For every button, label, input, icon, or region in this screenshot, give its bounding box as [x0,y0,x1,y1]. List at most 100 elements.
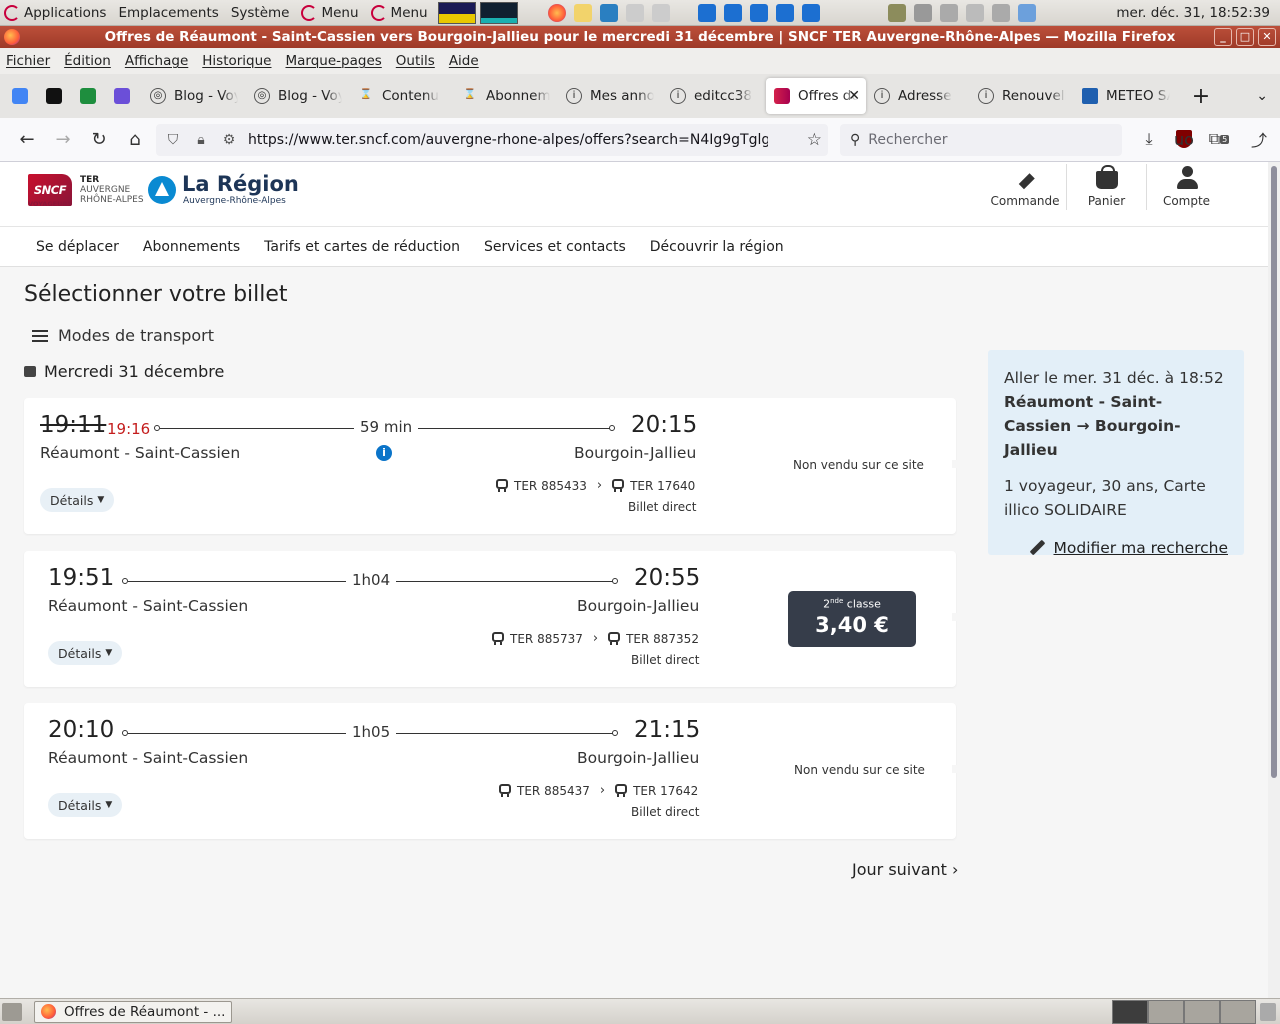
speaker-icon[interactable] [991,3,1010,22]
workspace-icon-1[interactable] [697,3,716,22]
extensions-icon[interactable]: ⧉ 5 [1206,126,1232,152]
menu-2[interactable]: Menu [367,0,436,26]
workspace-icon-4[interactable] [775,3,794,22]
menu-fichier[interactable]: Fichier [6,53,50,69]
search-bar[interactable]: ⚲ Rechercher [840,124,1122,156]
pinned-tab-m[interactable] [40,82,68,110]
menu-outils[interactable]: Outils [396,53,435,69]
close-tab-icon[interactable]: ✕ [848,88,860,104]
info-icon[interactable]: i [376,445,392,461]
screen-icon[interactable] [887,3,906,22]
price-button-2nd-class[interactable]: 2nde classe 3,40 € [788,591,916,647]
workspace-3[interactable] [1184,999,1220,1024]
modify-search-link[interactable]: Modifier ma recherche [1004,536,1229,560]
new-tab-button[interactable]: + [1186,84,1216,109]
maximize-button[interactable]: □ [1236,28,1254,46]
vscode-launcher-icon[interactable] [599,3,618,22]
web-page: SNCF VOYAGEURS TER AUVERGNE RHÔNE-ALPES … [0,162,1268,998]
workspace-2[interactable] [1148,999,1184,1024]
next-day-link[interactable]: Jour suivant › [852,860,958,879]
scrollbar-thumb[interactable] [1271,166,1277,778]
system-menu[interactable]: Système [227,0,298,26]
menu-aide[interactable]: Aide [449,53,479,69]
hourglass-icon: ⌛ [359,89,373,100]
nav-services[interactable]: Services et contacts [484,239,626,255]
order-button[interactable]: ▬ Commande [984,164,1066,210]
url-bar[interactable]: ⛉ 🔒︎ ⚙ https://www.ter.sncf.com/auvergne… [156,124,828,156]
menu-marque-pages[interactable]: Marque-pages [286,53,382,69]
share-icon[interactable]: ⤴ [1246,126,1272,152]
home-button[interactable]: ⌂ [120,125,150,155]
taskbar-firefox-window[interactable]: Offres de Réaumont - ... [34,1000,232,1023]
permissions-icon[interactable]: ⚙ [220,132,238,148]
minimize-button[interactable]: _ [1214,28,1232,46]
region-logo-icon[interactable] [148,176,176,204]
departure-time-delayed: 19:16 [107,420,151,438]
ublock-icon[interactable]: uo [1174,130,1194,149]
details-button[interactable]: Détails ▼ [48,641,123,665]
close-window-button[interactable]: ✕ [1258,28,1276,46]
lock-icon[interactable]: 🔒︎ [192,132,210,148]
nav-se-deplacer[interactable]: Se déplacer [36,239,119,255]
menu-edition[interactable]: Édition [64,53,111,69]
tab-editcc38[interactable]: i editcc38 [662,78,766,114]
offer-card-1[interactable]: 19:11 19:16 59 min 20:15 Réaumont - Sain… [24,398,960,534]
tab-meteo[interactable]: METEO SA [1074,78,1178,114]
bookmark-star-icon[interactable]: ☆ [807,130,822,150]
network-icon[interactable] [625,3,644,22]
back-button[interactable]: ← [12,125,42,155]
account-button[interactable]: Compte [1146,164,1226,210]
trash-icon[interactable] [1260,1002,1276,1021]
network-icon-2[interactable] [651,3,670,22]
page-scrollbar[interactable] [1268,162,1280,998]
list-tabs-chevron-icon[interactable]: ⌄ [1256,88,1268,104]
workspace-icon-2[interactable] [723,3,742,22]
nav-abonnements[interactable]: Abonnements [143,239,240,255]
show-desktop-button[interactable] [2,1002,22,1021]
tab-abonnements[interactable]: ⌛Abonnements [454,78,558,114]
details-button[interactable]: Détails ▼ [40,488,115,512]
cpu-monitor-graph[interactable] [437,1,476,24]
menu-historique[interactable]: Historique [202,53,271,69]
transport-modes-button[interactable]: Modes de transport [32,326,214,345]
applications-menu[interactable]: Applications [0,0,114,26]
search-tool-icon[interactable] [939,3,958,22]
pinned-tab-h[interactable] [108,82,136,110]
workspace-1[interactable] [1112,999,1148,1024]
tab-offres-active[interactable]: Offres de ✕ [766,78,866,114]
offer-card-2[interactable]: 19:51 1h04 20:55 Réaumont - Saint-Cassie… [24,551,960,687]
reload-button[interactable]: ↻ [84,125,114,155]
firefox-launcher-icon[interactable] [547,3,566,22]
globe-icon: ◎ [254,88,270,104]
nav-tarifs[interactable]: Tarifs et cartes de réduction [264,239,460,255]
clock[interactable]: mer. déc. 31, 18:52:39 [1116,5,1280,21]
sleep-icon[interactable] [1017,3,1036,22]
pinned-tab-sheets[interactable] [74,82,102,110]
cart-button[interactable]: Panier [1066,164,1146,210]
offer-card-3[interactable]: 20:10 1h05 21:15 Réaumont - Saint-Cassie… [24,703,960,839]
battery-icon[interactable] [965,3,984,22]
departure-time-scheduled: 19:11 [40,412,107,438]
tab-renouveller[interactable]: iRenouveller [970,78,1074,114]
downloads-icon[interactable]: ⤓ [1136,126,1162,152]
menu-1[interactable]: Menu [297,0,366,26]
tab-adresse[interactable]: i Adresse [866,78,970,114]
volume-icon[interactable] [913,3,932,22]
menu-affichage[interactable]: Affichage [125,53,188,69]
tab-contenu[interactable]: ⌛ Contenu [350,78,454,114]
url-text[interactable]: https://www.ter.sncf.com/auvergne-rhone-… [248,132,768,148]
pinned-tab-calendar[interactable] [6,82,34,110]
tab-blog-2[interactable]: ◎Blog - Voyages [246,78,350,114]
network-monitor-graph[interactable] [479,1,518,24]
workspace-4[interactable] [1220,999,1256,1024]
forward-button[interactable]: → [48,125,78,155]
places-menu[interactable]: Emplacements [114,0,226,26]
workspace-icon-3[interactable] [749,3,768,22]
tab-mes-annonces[interactable]: iMes annonces [558,78,662,114]
workspace-icon-5[interactable] [801,3,820,22]
tab-blog-1[interactable]: ◎Blog - Voyages [142,78,246,114]
mascot-launcher-icon[interactable] [573,3,592,22]
tracking-shield-icon[interactable]: ⛉ [164,132,182,148]
details-button[interactable]: Détails ▼ [48,793,123,817]
nav-decouvrir[interactable]: Découvrir la région [650,239,784,255]
